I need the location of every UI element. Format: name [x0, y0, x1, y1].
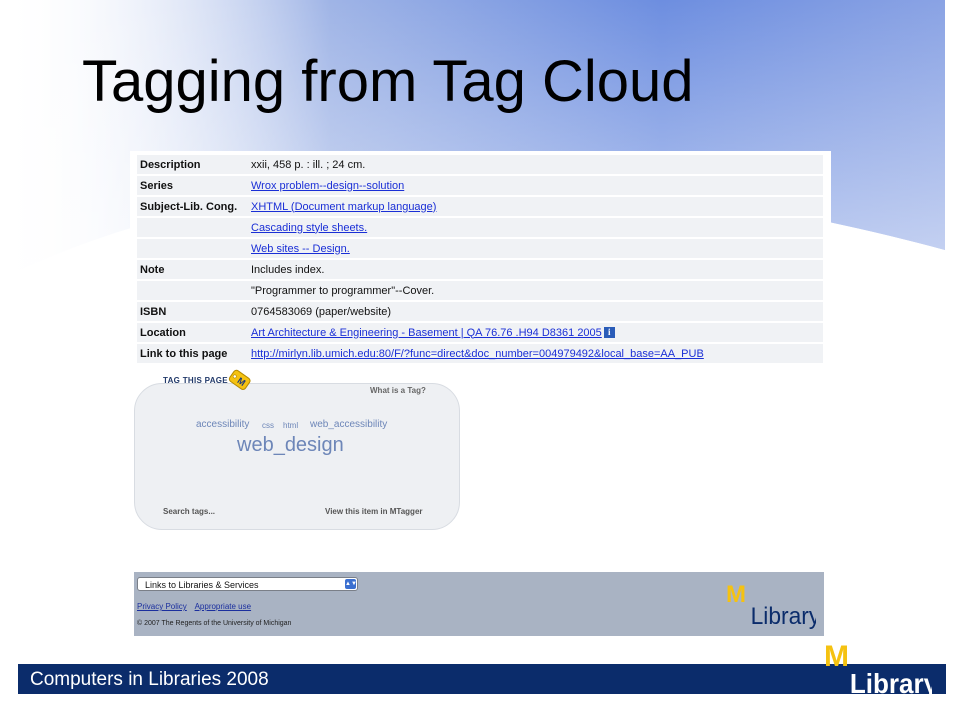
- tag-accessibility[interactable]: accessibility: [196, 419, 249, 430]
- record-row-label: [137, 239, 248, 258]
- slide-footer-bar: Computers in Libraries 2008: [18, 664, 946, 694]
- record-row-value-cell: xxii, 458 p. : ill. ; 24 cm.: [248, 155, 823, 174]
- tag-this-page-link[interactable]: TAG THIS PAGE: [163, 376, 228, 385]
- svg-text:Library: Library: [850, 668, 932, 696]
- copyright-text: © 2007 The Regents of the University of …: [137, 620, 292, 627]
- record-row-value-cell: http://mirlyn.lib.umich.edu:80/F/?func=d…: [248, 344, 823, 363]
- record-row-label: Series: [137, 176, 248, 195]
- record-row: Note Includes index.: [137, 260, 823, 279]
- footer-conference-text: Computers in Libraries 2008: [30, 669, 269, 690]
- record-value-link[interactable]: Art Architecture & Engineering - Basemen…: [251, 327, 602, 339]
- record-value-text: 0764583069 (paper/website): [251, 305, 392, 318]
- catalog-screenshot: Description xxii, 458 p. : ill. ; 24 cm. S…: [130, 151, 831, 639]
- record-row-label: [137, 281, 248, 300]
- mlibrary-logo-footer: M Library: [726, 581, 816, 629]
- record-details-table: Description xxii, 458 p. : ill. ; 24 cm. S…: [137, 153, 823, 365]
- record-value-link[interactable]: http://mirlyn.lib.umich.edu:80/F/?func=d…: [251, 348, 704, 360]
- record-row: Cascading style sheets.: [137, 218, 823, 237]
- record-row: Series Wrox problem--design--solution: [137, 176, 823, 195]
- select-value: Links to Libraries & Services: [145, 580, 259, 590]
- record-row: "Programmer to programmer"--Cover.: [137, 281, 823, 300]
- record-row-label: Location: [137, 323, 248, 342]
- record-value-link[interactable]: Cascading style sheets.: [251, 222, 367, 234]
- record-row-value-cell: Wrox problem--design--solution: [248, 176, 823, 195]
- select-arrows-icon: ▲▼: [345, 579, 357, 589]
- record-row-label: ISBN: [137, 302, 248, 321]
- record-row: Description xxii, 458 p. : ill. ; 24 cm.: [137, 155, 823, 174]
- svg-text:Library: Library: [751, 602, 816, 629]
- tag-html[interactable]: html: [283, 421, 298, 430]
- slide-title: Tagging from Tag Cloud: [82, 49, 694, 114]
- record-value-link[interactable]: XHTML (Document markup language): [251, 201, 436, 213]
- record-row-value-cell: Art Architecture & Engineering - Basemen…: [248, 323, 823, 342]
- record-row-label: Subject-Lib. Cong.: [137, 197, 248, 216]
- privacy-policy-link[interactable]: Privacy Policy: [137, 602, 187, 611]
- footer-links: Privacy Policy Appropriate use: [137, 602, 257, 611]
- view-in-mtagger-link[interactable]: View this item in MTagger: [325, 507, 423, 516]
- record-value-text: xxii, 458 p. : ill. ; 24 cm.: [251, 158, 366, 171]
- search-tags-link[interactable]: Search tags...: [163, 507, 215, 516]
- record-row-value-cell: Web sites -- Design.: [248, 239, 823, 258]
- what-is-a-tag-link[interactable]: What is a Tag?: [370, 386, 426, 395]
- record-row: Link to this page http://mirlyn.lib.umich…: [137, 344, 823, 363]
- record-row-value-cell: Includes index.: [248, 260, 823, 279]
- record-value-text: "Programmer to programmer"--Cover.: [251, 284, 435, 297]
- mlibrary-logo-main: M Library: [824, 640, 932, 696]
- svg-text:M: M: [824, 640, 849, 673]
- record-row-label: [137, 218, 248, 237]
- record-row-value-cell: Cascading style sheets.: [248, 218, 823, 237]
- record-value-text: Includes index.: [251, 263, 325, 276]
- tag-web-accessibility[interactable]: web_accessibility: [310, 419, 387, 430]
- catalog-footer: Links to Libraries & Services ▲▼ Privacy…: [134, 572, 824, 636]
- record-value-link[interactable]: Web sites -- Design.: [251, 243, 350, 255]
- record-row: Location Art Architecture & Engineering -…: [137, 323, 823, 342]
- tag-web-design[interactable]: web_design: [237, 434, 344, 457]
- tag-css[interactable]: css: [262, 421, 274, 430]
- record-row-value-cell: XHTML (Document markup language): [248, 197, 823, 216]
- record-row-value-cell: "Programmer to programmer"--Cover.: [248, 281, 823, 300]
- record-value-link[interactable]: Wrox problem--design--solution: [251, 180, 404, 192]
- links-services-select[interactable]: Links to Libraries & Services ▲▼: [137, 577, 358, 591]
- record-row: Subject-Lib. Cong. XHTML (Document markup…: [137, 197, 823, 216]
- record-row-label: Link to this page: [137, 344, 248, 363]
- record-row-value-cell: 0764583069 (paper/website): [248, 302, 823, 321]
- record-row: ISBN 0764583069 (paper/website): [137, 302, 823, 321]
- svg-text:M: M: [726, 581, 746, 608]
- record-row-label: Note: [137, 260, 248, 279]
- info-icon[interactable]: i: [603, 326, 615, 338]
- record-row: Web sites -- Design.: [137, 239, 823, 258]
- appropriate-use-link[interactable]: Appropriate use: [195, 602, 251, 611]
- record-row-label: Description: [137, 155, 248, 174]
- mtagger-tag-icon[interactable]: M: [227, 369, 251, 391]
